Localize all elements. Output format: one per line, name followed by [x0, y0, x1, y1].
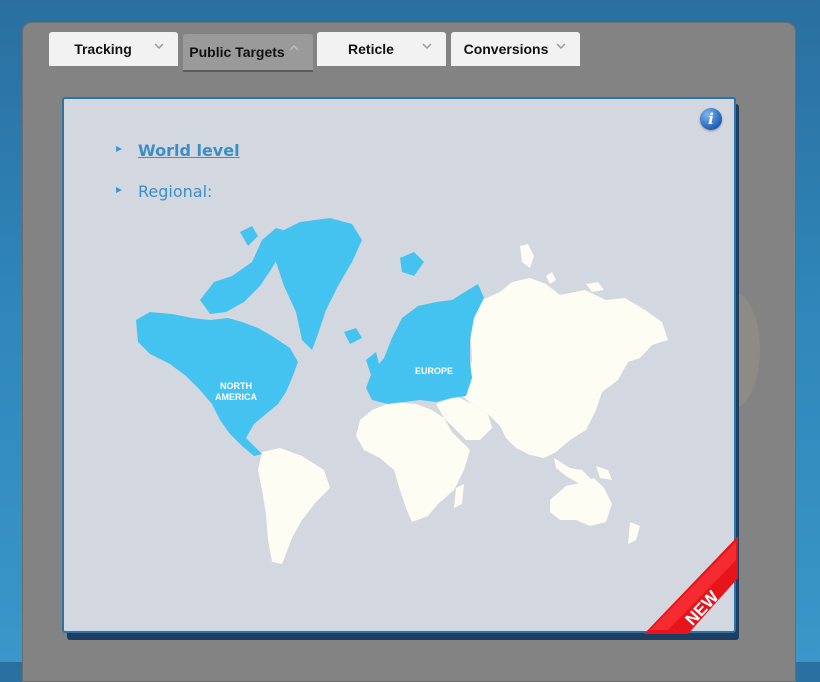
bullet-arrow-icon: [116, 146, 122, 152]
info-icon[interactable]: i: [700, 108, 722, 130]
tab-reticle[interactable]: Reticle: [317, 32, 446, 66]
tab-conversions[interactable]: Conversions: [451, 32, 580, 66]
tab-label: Conversions: [463, 41, 549, 57]
tab-label: Public Targets: [189, 44, 285, 60]
chevron-down-icon: [556, 43, 566, 50]
chevron-up-icon: [289, 44, 299, 51]
chevron-down-icon: [154, 43, 164, 50]
tab-public-targets[interactable]: Public Targets: [183, 34, 313, 72]
chevron-down-icon: [422, 43, 432, 50]
tab-label: Reticle: [348, 41, 394, 57]
world-level-label: World level: [138, 141, 240, 160]
bullet-arrow-icon: [116, 187, 122, 193]
tab-tracking[interactable]: Tracking: [49, 32, 178, 66]
tab-label: Tracking: [74, 41, 132, 57]
regional-label: Regional:: [138, 182, 213, 201]
